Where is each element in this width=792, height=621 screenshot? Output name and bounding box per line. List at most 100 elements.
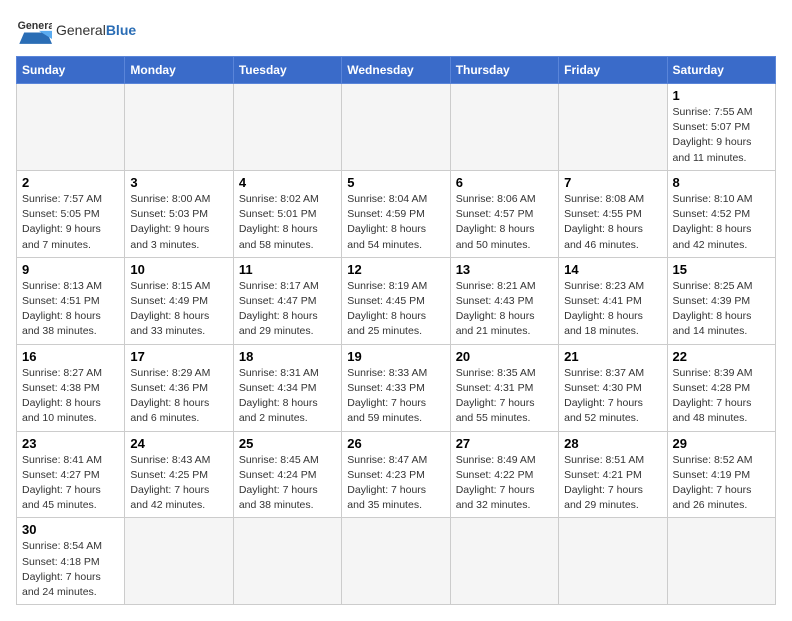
calendar-cell: 25 Sunrise: 8:45 AM Sunset: 4:24 PM Dayli…: [233, 431, 341, 518]
weekday-header-sunday: Sunday: [17, 57, 125, 84]
calendar-cell: [125, 518, 233, 605]
day-number: 3: [130, 175, 227, 190]
weekday-header-thursday: Thursday: [450, 57, 558, 84]
calendar-cell: 22Sunrise: 8:39 AM Sunset: 4:28 PM Dayli…: [667, 344, 775, 431]
calendar-cell: 9 Sunrise: 8:13 AM Sunset: 4:51 PM Daylig…: [17, 257, 125, 344]
day-number: 12: [347, 262, 444, 277]
day-number: 1: [673, 88, 770, 103]
calendar-cell: 6 Sunrise: 8:06 AM Sunset: 4:57 PM Daylig…: [450, 170, 558, 257]
calendar-header-row: SundayMondayTuesdayWednesdayThursdayFrid…: [17, 57, 776, 84]
weekday-header-saturday: Saturday: [667, 57, 775, 84]
calendar-cell: 19 Sunrise: 8:33 AM Sunset: 4:33 PM Dayli…: [342, 344, 450, 431]
day-info: Sunrise: 8:02 AM Sunset: 5:01 PM Dayligh…: [239, 192, 336, 253]
day-info: Sunrise: 8:00 AM Sunset: 5:03 PM Dayligh…: [130, 192, 227, 253]
logo: General GeneralBlue: [16, 16, 136, 44]
day-info: Sunrise: 7:57 AM Sunset: 5:05 PM Dayligh…: [22, 192, 119, 253]
day-info: Sunrise: 8:27 AM Sunset: 4:38 PM Dayligh…: [22, 366, 119, 427]
day-info: Sunrise: 8:29 AM Sunset: 4:36 PM Dayligh…: [130, 366, 227, 427]
calendar-week-row: 2 Sunrise: 7:57 AM Sunset: 5:05 PM Daylig…: [17, 170, 776, 257]
calendar-cell: [450, 518, 558, 605]
day-number: 25: [239, 436, 336, 451]
day-info: Sunrise: 8:43 AM Sunset: 4:25 PM Dayligh…: [130, 453, 227, 514]
day-number: 9: [22, 262, 119, 277]
day-info: Sunrise: 7:55 AM Sunset: 5:07 PM Dayligh…: [673, 105, 770, 166]
day-number: 17: [130, 349, 227, 364]
logo-text: GeneralBlue: [56, 23, 136, 37]
day-number: 26: [347, 436, 444, 451]
calendar-cell: 8 Sunrise: 8:10 AM Sunset: 4:52 PM Daylig…: [667, 170, 775, 257]
weekday-header-friday: Friday: [559, 57, 667, 84]
day-info: Sunrise: 8:47 AM Sunset: 4:23 PM Dayligh…: [347, 453, 444, 514]
day-number: 30: [22, 522, 119, 537]
calendar-cell: 24 Sunrise: 8:43 AM Sunset: 4:25 PM Dayli…: [125, 431, 233, 518]
day-number: 22: [673, 349, 770, 364]
calendar-week-row: 23 Sunrise: 8:41 AM Sunset: 4:27 PM Dayli…: [17, 431, 776, 518]
day-number: 23: [22, 436, 119, 451]
calendar-cell: 27 Sunrise: 8:49 AM Sunset: 4:22 PM Dayli…: [450, 431, 558, 518]
day-info: Sunrise: 8:37 AM Sunset: 4:30 PM Dayligh…: [564, 366, 661, 427]
day-info: Sunrise: 8:35 AM Sunset: 4:31 PM Dayligh…: [456, 366, 553, 427]
calendar-cell: 20Sunrise: 8:35 AM Sunset: 4:31 PM Dayli…: [450, 344, 558, 431]
calendar-cell: [17, 84, 125, 171]
day-info: Sunrise: 8:10 AM Sunset: 4:52 PM Dayligh…: [673, 192, 770, 253]
day-info: Sunrise: 8:41 AM Sunset: 4:27 PM Dayligh…: [22, 453, 119, 514]
calendar-cell: [559, 84, 667, 171]
calendar-cell: 14Sunrise: 8:23 AM Sunset: 4:41 PM Dayli…: [559, 257, 667, 344]
day-info: Sunrise: 8:15 AM Sunset: 4:49 PM Dayligh…: [130, 279, 227, 340]
calendar-cell: 10Sunrise: 8:15 AM Sunset: 4:49 PM Dayli…: [125, 257, 233, 344]
day-number: 29: [673, 436, 770, 451]
day-info: Sunrise: 8:19 AM Sunset: 4:45 PM Dayligh…: [347, 279, 444, 340]
page-header: General GeneralBlue: [16, 16, 776, 44]
day-number: 24: [130, 436, 227, 451]
calendar-cell: [667, 518, 775, 605]
day-info: Sunrise: 8:25 AM Sunset: 4:39 PM Dayligh…: [673, 279, 770, 340]
calendar-cell: 30Sunrise: 8:54 AM Sunset: 4:18 PM Dayli…: [17, 518, 125, 605]
day-number: 11: [239, 262, 336, 277]
calendar-cell: 1 Sunrise: 7:55 AM Sunset: 5:07 PM Daylig…: [667, 84, 775, 171]
day-info: Sunrise: 8:06 AM Sunset: 4:57 PM Dayligh…: [456, 192, 553, 253]
calendar-cell: 29Sunrise: 8:52 AM Sunset: 4:19 PM Dayli…: [667, 431, 775, 518]
day-info: Sunrise: 8:17 AM Sunset: 4:47 PM Dayligh…: [239, 279, 336, 340]
day-number: 16: [22, 349, 119, 364]
day-number: 6: [456, 175, 553, 190]
calendar-cell: 17 Sunrise: 8:29 AM Sunset: 4:36 PM Dayli…: [125, 344, 233, 431]
day-number: 27: [456, 436, 553, 451]
day-info: Sunrise: 8:31 AM Sunset: 4:34 PM Dayligh…: [239, 366, 336, 427]
calendar-cell: 12 Sunrise: 8:19 AM Sunset: 4:45 PM Dayli…: [342, 257, 450, 344]
day-info: Sunrise: 8:13 AM Sunset: 4:51 PM Dayligh…: [22, 279, 119, 340]
calendar-cell: [342, 84, 450, 171]
day-number: 19: [347, 349, 444, 364]
day-number: 7: [564, 175, 661, 190]
calendar-week-row: 16 Sunrise: 8:27 AM Sunset: 4:38 PM Dayli…: [17, 344, 776, 431]
calendar-cell: 5 Sunrise: 8:04 AM Sunset: 4:59 PM Daylig…: [342, 170, 450, 257]
day-info: Sunrise: 8:04 AM Sunset: 4:59 PM Dayligh…: [347, 192, 444, 253]
day-number: 21: [564, 349, 661, 364]
generalblue-logo-icon: General: [16, 16, 52, 44]
calendar-cell: 13Sunrise: 8:21 AM Sunset: 4:43 PM Dayli…: [450, 257, 558, 344]
day-number: 5: [347, 175, 444, 190]
calendar-cell: 7Sunrise: 8:08 AM Sunset: 4:55 PM Daylig…: [559, 170, 667, 257]
calendar-cell: 3 Sunrise: 8:00 AM Sunset: 5:03 PM Daylig…: [125, 170, 233, 257]
day-number: 8: [673, 175, 770, 190]
calendar-table: SundayMondayTuesdayWednesdayThursdayFrid…: [16, 56, 776, 605]
day-number: 14: [564, 262, 661, 277]
calendar-cell: [233, 518, 341, 605]
calendar-cell: 11 Sunrise: 8:17 AM Sunset: 4:47 PM Dayli…: [233, 257, 341, 344]
calendar-cell: 23 Sunrise: 8:41 AM Sunset: 4:27 PM Dayli…: [17, 431, 125, 518]
calendar-cell: 4 Sunrise: 8:02 AM Sunset: 5:01 PM Daylig…: [233, 170, 341, 257]
weekday-header-wednesday: Wednesday: [342, 57, 450, 84]
calendar-cell: 2 Sunrise: 7:57 AM Sunset: 5:05 PM Daylig…: [17, 170, 125, 257]
calendar-week-row: 30Sunrise: 8:54 AM Sunset: 4:18 PM Dayli…: [17, 518, 776, 605]
day-number: 4: [239, 175, 336, 190]
calendar-cell: [233, 84, 341, 171]
calendar-cell: [342, 518, 450, 605]
calendar-week-row: 1 Sunrise: 7:55 AM Sunset: 5:07 PM Daylig…: [17, 84, 776, 171]
day-info: Sunrise: 8:49 AM Sunset: 4:22 PM Dayligh…: [456, 453, 553, 514]
day-info: Sunrise: 8:33 AM Sunset: 4:33 PM Dayligh…: [347, 366, 444, 427]
day-number: 2: [22, 175, 119, 190]
calendar-cell: 18Sunrise: 8:31 AM Sunset: 4:34 PM Dayli…: [233, 344, 341, 431]
day-info: Sunrise: 8:45 AM Sunset: 4:24 PM Dayligh…: [239, 453, 336, 514]
weekday-header-tuesday: Tuesday: [233, 57, 341, 84]
calendar-cell: 15Sunrise: 8:25 AM Sunset: 4:39 PM Dayli…: [667, 257, 775, 344]
day-info: Sunrise: 8:51 AM Sunset: 4:21 PM Dayligh…: [564, 453, 661, 514]
